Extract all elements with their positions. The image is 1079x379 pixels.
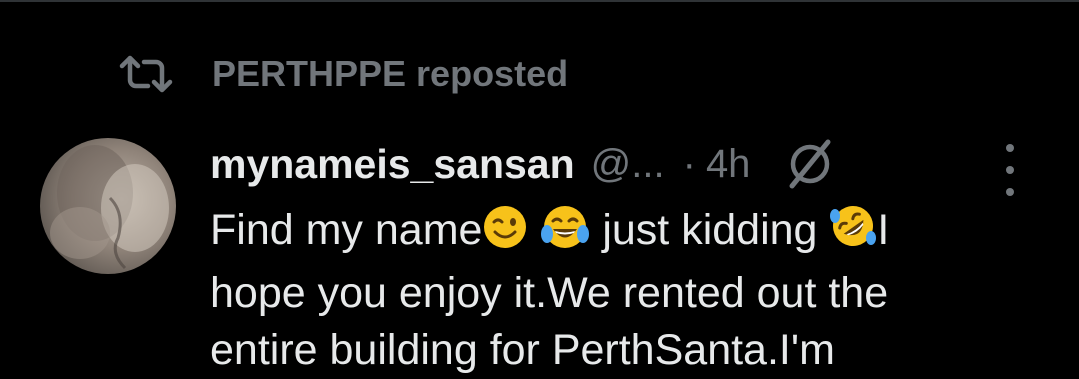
tweet-line-1: Find my name just kidding I [210,202,1070,265]
repost-icon [118,54,174,94]
more-dot [1006,188,1014,196]
tears-of-joy-emoji-icon [540,204,590,265]
more-dot [1006,166,1014,174]
grok-icon[interactable] [780,136,840,192]
tweet-line-2: hope you enjoy it.We rented out the [210,269,889,317]
tweet-text-segment: just kidding [590,206,830,254]
display-name[interactable]: mynameis_sansan [210,141,575,188]
reposter-name[interactable]: PERTHPPE [212,53,406,94]
tweet-text-segment: I [877,206,890,254]
tweet-header: mynameis_sansan @... · 4h [210,136,840,192]
repost-suffix: reposted [406,53,569,94]
tweet-text: Find my name just kidding I hope you enj… [210,202,1070,379]
more-icon[interactable] [994,144,1026,196]
repost-label[interactable]: PERTHPPE reposted [212,53,568,95]
avatar[interactable] [40,138,176,274]
separator-dot: · [682,141,696,186]
wink-emoji-icon [482,204,528,265]
top-divider [0,0,1079,2]
timestamp[interactable]: 4h [706,142,751,187]
user-handle[interactable]: @... [591,142,665,187]
repost-indicator: PERTHPPE reposted [118,52,568,96]
more-dot [1006,144,1014,152]
rofl-emoji-icon [829,202,877,265]
tweet-text-segment: Find my name [210,206,483,254]
tweet-line-3: entire building for PerthSanta.I'm [210,326,835,374]
